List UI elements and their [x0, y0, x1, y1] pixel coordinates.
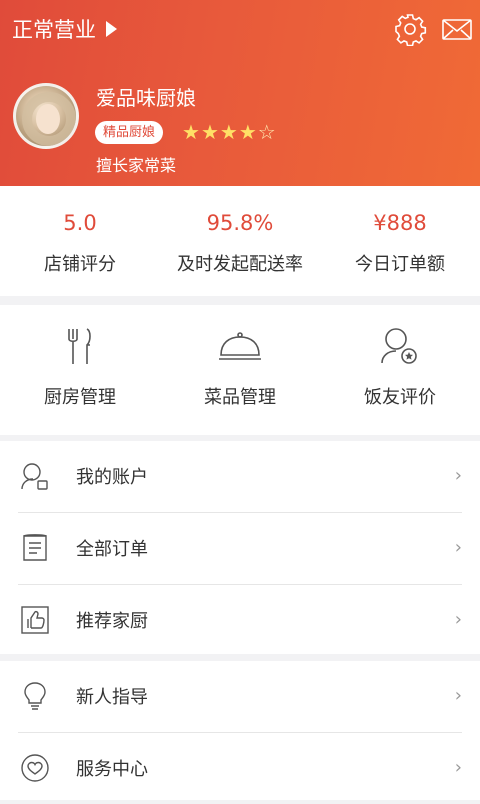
chevron-right-icon: › [454, 757, 462, 778]
stat-label: 及时发起配送率 [177, 254, 303, 275]
tile-diner-reviews[interactable]: 饭友评价 [320, 305, 480, 435]
stat-shop-rating[interactable]: 5.0 店铺评分 [0, 208, 160, 276]
stat-value: 5.0 [63, 211, 97, 235]
chevron-right-icon: › [454, 537, 462, 558]
menu-item-label: 服务中心 [76, 759, 148, 780]
menu-group-primary: 我的账户 › 全部订单 › 推荐家厨 › [0, 441, 480, 654]
menu-item-recommend-chef[interactable]: 推荐家厨 › [0, 585, 480, 656]
business-status-label: 正常营业 [12, 18, 96, 42]
stat-value: 95.8% [206, 211, 274, 235]
chevron-right-icon: › [454, 609, 462, 630]
menu-group-secondary: 新人指导 › 服务中心 › [0, 661, 480, 800]
menu-item-label: 新人指导 [76, 687, 148, 708]
star-filled-icon: ★ [219, 120, 238, 144]
user-review-icon [381, 328, 417, 364]
avatar-face [36, 104, 60, 134]
settings-gear-icon[interactable] [393, 12, 427, 46]
menu-item-service-center[interactable]: 服务中心 › [0, 733, 480, 804]
menu-item-my-account[interactable]: 我的账户 › [0, 441, 480, 512]
menu-item-all-orders[interactable]: 全部订单 › [0, 513, 480, 584]
star-empty-icon: ☆ [257, 120, 276, 144]
chevron-right-icon: › [454, 465, 462, 486]
stat-delivery-rate[interactable]: 95.8% 及时发起配送率 [160, 208, 320, 276]
chevron-right-icon: › [454, 685, 462, 706]
stat-value: ¥888 [373, 211, 427, 235]
management-tiles: 厨房管理 菜品管理 饭友评价 [0, 305, 480, 435]
chef-name: 爱品味厨娘 [96, 86, 196, 110]
menu-item-newcomer-guide[interactable]: 新人指导 › [0, 661, 480, 732]
menu-item-label: 推荐家厨 [76, 611, 148, 632]
star-filled-icon: ★ [182, 120, 200, 144]
star-filled-icon: ★ [238, 120, 257, 144]
stats-panel: 5.0 店铺评分 95.8% 及时发起配送率 ¥888 今日订单额 [0, 186, 480, 296]
stat-label: 今日订单额 [355, 254, 445, 275]
stat-label: 店铺评分 [44, 254, 116, 275]
stat-today-orders[interactable]: ¥888 今日订单额 [320, 208, 480, 276]
play-triangle-icon [106, 21, 117, 37]
account-icon [21, 463, 48, 490]
tile-kitchen-management[interactable]: 厨房管理 [0, 305, 160, 435]
tile-dish-management[interactable]: 菜品管理 [160, 305, 320, 435]
heart-icon [21, 754, 49, 782]
menu-item-label: 我的账户 [76, 467, 148, 488]
rating-stars: ★ ★ ★ ★ ☆ [182, 118, 277, 146]
star-filled-icon: ★ [200, 120, 219, 144]
fork-knife-icon [68, 328, 91, 364]
thumbs-up-icon [21, 606, 49, 634]
dish-cover-icon [219, 332, 261, 360]
tile-label: 厨房管理 [44, 387, 116, 408]
chef-specialty: 擅长家常菜 [96, 156, 177, 175]
tile-label: 饭友评价 [364, 387, 436, 408]
lightbulb-icon [24, 682, 46, 710]
avatar[interactable] [13, 83, 79, 149]
orders-icon [23, 534, 47, 561]
chef-level-badge: 精品厨娘 [95, 121, 164, 144]
mail-icon[interactable] [440, 12, 474, 46]
business-status-toggle[interactable]: 正常营业 [12, 14, 117, 44]
tile-label: 菜品管理 [204, 387, 276, 408]
menu-item-label: 全部订单 [76, 539, 148, 560]
profile-header: 正常营业 爱品味厨娘 精品厨娘 ★ ★ ★ ★ ☆ 擅长家常菜 [0, 0, 480, 186]
